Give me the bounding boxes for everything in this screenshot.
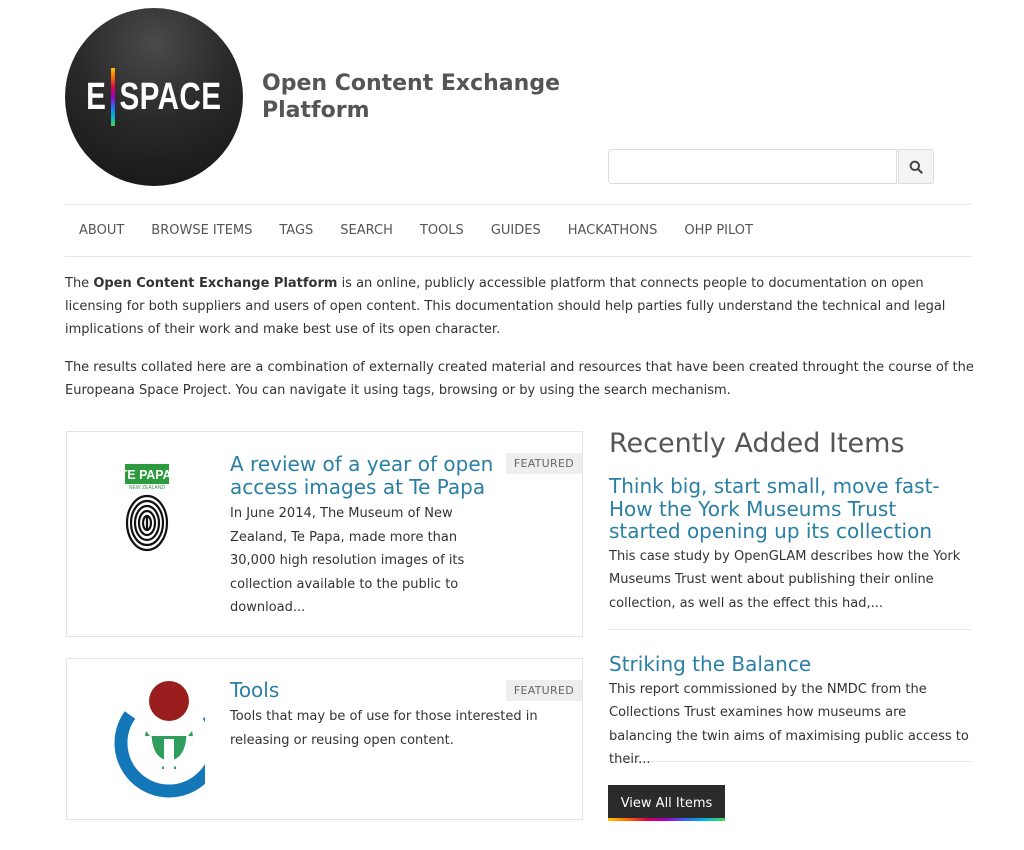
intro-paragraph-2: The results collated here are a combinat… xyxy=(65,360,974,398)
main-nav: ABOUT BROWSE ITEMS TAGS SEARCH TOOLS GUI… xyxy=(65,204,971,257)
search-input[interactable] xyxy=(608,149,897,184)
featured-card-body: A review of a year of open access images… xyxy=(230,453,500,620)
recent-items-heading: Recently Added Items xyxy=(609,428,905,459)
te-papa-logo-text: TE PAPA xyxy=(121,468,172,482)
nav-search[interactable]: SEARCH xyxy=(340,223,393,238)
logo-rainbow-bar xyxy=(111,68,116,126)
intro-p1-bold: Open Content Exchange Platform xyxy=(93,276,338,291)
nav-tools[interactable]: TOOLS xyxy=(420,223,464,238)
recent-item-summary: This case study by OpenGLAM describes ho… xyxy=(609,548,961,611)
nav-hackathons[interactable]: HACKATHONS xyxy=(568,223,658,238)
intro-p1-start: The xyxy=(65,276,94,291)
featured-summary: In June 2014, The Museum of New Zealand,… xyxy=(230,506,465,615)
site-title[interactable]: Open Content Exchange Platform xyxy=(262,70,582,124)
search-icon xyxy=(909,160,923,174)
recent-item: Striking the Balance This report commiss… xyxy=(609,653,971,767)
site-logo[interactable]: E SPACE xyxy=(65,8,243,186)
logo-letter-e: E xyxy=(86,75,107,118)
recent-item-title[interactable]: Striking the Balance xyxy=(609,653,971,676)
featured-summary: Tools that may be of use for those inter… xyxy=(230,709,538,748)
intro-paragraph-1: The Open Content Exchange Platform is an… xyxy=(65,272,975,341)
logo-word-space: SPACE xyxy=(119,75,222,118)
featured-card-body: Tools Tools that may be of use for those… xyxy=(230,679,550,752)
featured-card: FEATURED TE PAPA NEW ZEALAND A review of… xyxy=(66,431,583,637)
nav-browse-items[interactable]: BROWSE ITEMS xyxy=(151,223,252,238)
view-all-items-button[interactable]: View All Items xyxy=(608,785,725,821)
recent-item-summary: This report commissioned by the NMDC fro… xyxy=(609,681,969,768)
featured-badge: FEATURED xyxy=(505,453,582,474)
nav-tags[interactable]: TAGS xyxy=(279,223,313,238)
intro-text: The Open Content Exchange Platform is an… xyxy=(65,272,975,417)
logo-wordmark: E SPACE xyxy=(86,68,221,126)
wikimedia-logo-icon[interactable] xyxy=(110,681,207,799)
featured-title[interactable]: A review of a year of open access images… xyxy=(230,453,500,499)
te-papa-logo-icon[interactable]: TE PAPA NEW ZEALAND xyxy=(121,463,173,559)
nav-ohp-pilot[interactable]: OHP PILOT xyxy=(684,223,753,238)
nav-guides[interactable]: GUIDES xyxy=(491,223,541,238)
recent-item-title[interactable]: Think big, start small, move fast- How t… xyxy=(609,475,971,543)
te-papa-logo-subtext: NEW ZEALAND xyxy=(129,485,166,491)
recent-item: Think big, start small, move fast- How t… xyxy=(609,475,971,630)
featured-card: FEATURED Tools Tools that may be of use … xyxy=(66,658,583,820)
featured-title[interactable]: Tools xyxy=(230,679,550,702)
nav-about[interactable]: ABOUT xyxy=(79,223,124,238)
search-button[interactable] xyxy=(898,149,934,184)
